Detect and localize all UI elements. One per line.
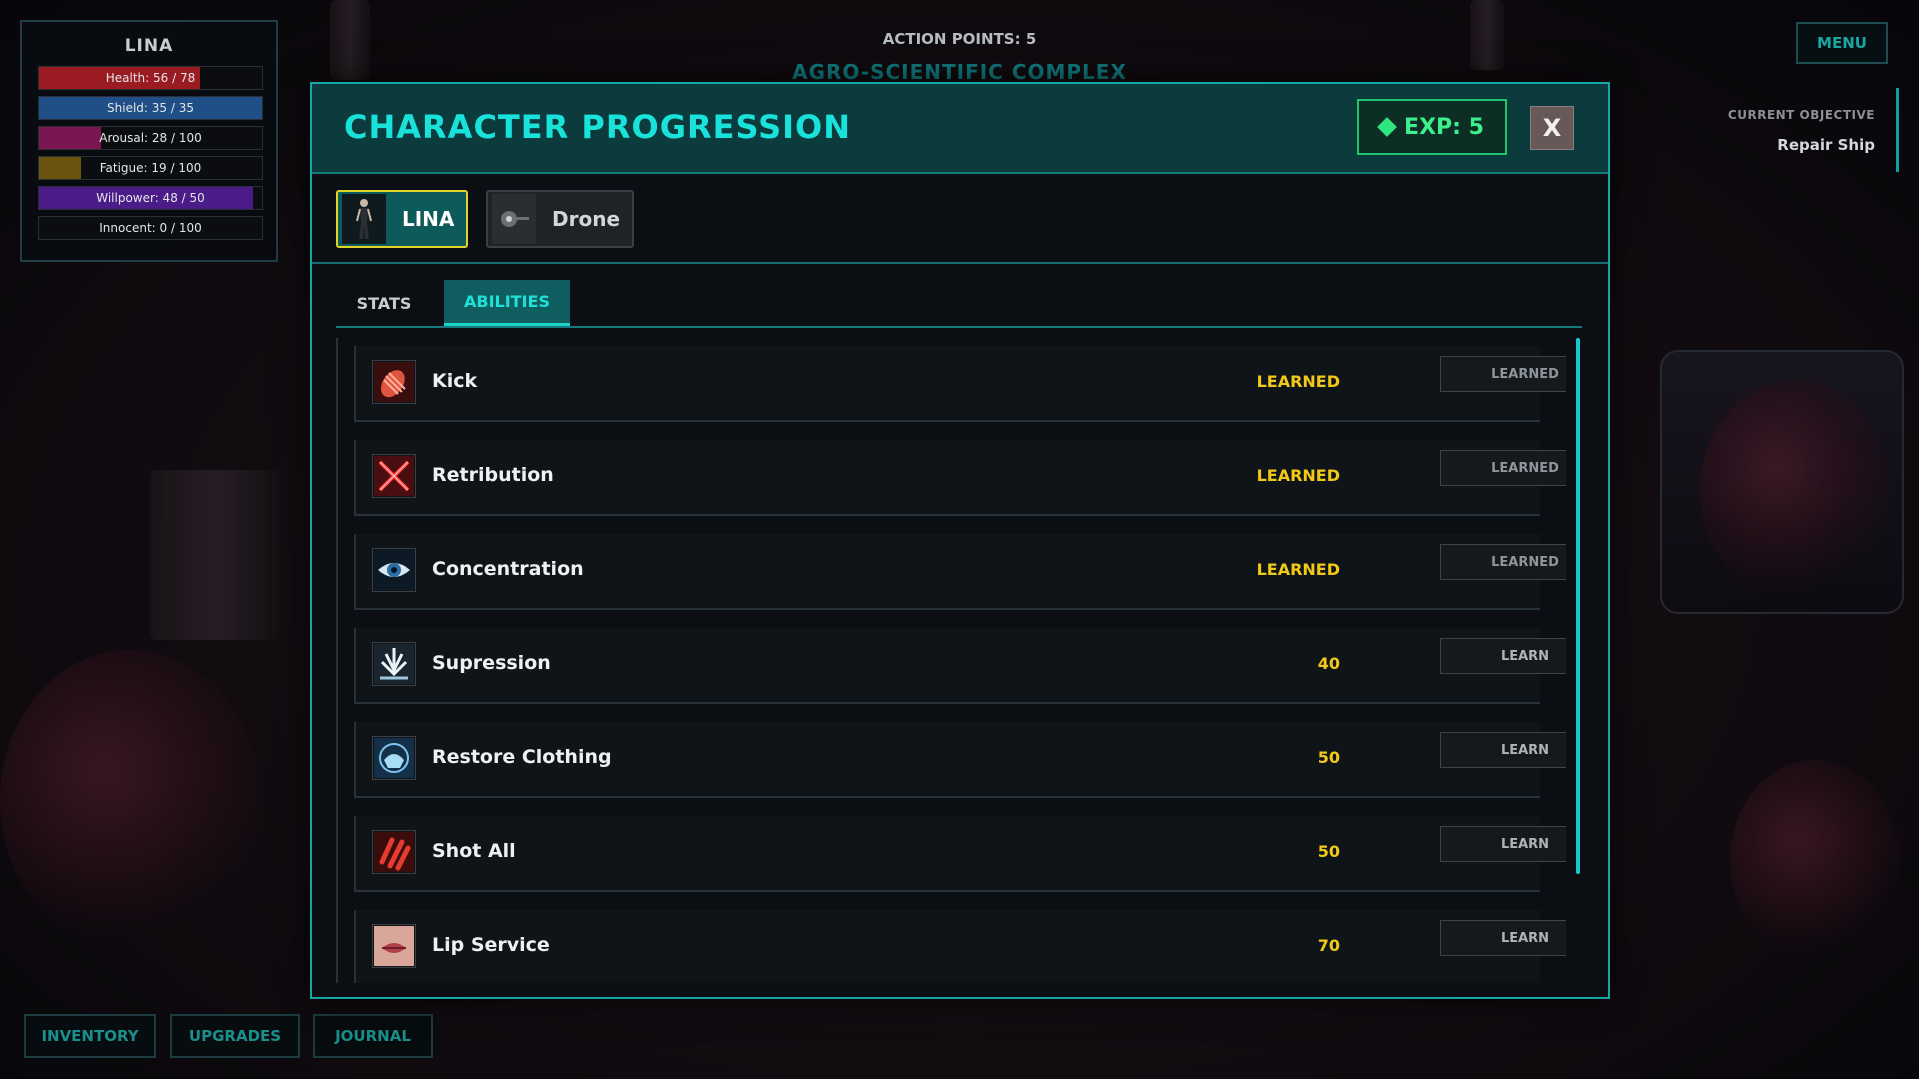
status-bar-label: Willpower: 48 / 50	[96, 191, 205, 205]
status-bar: Fatigue: 19 / 100	[38, 156, 263, 180]
character-tab-drone[interactable]: Drone	[486, 190, 634, 248]
ability-status: LEARNED	[1256, 372, 1340, 391]
learn-button[interactable]: LEARN	[1440, 638, 1566, 674]
background-veins	[1700, 380, 1890, 600]
close-button[interactable]: X	[1530, 106, 1574, 150]
kick-icon	[372, 360, 416, 404]
status-bar: Shield: 35 / 35	[38, 96, 263, 120]
ability-row-panel: Concentration LEARNED	[354, 534, 1540, 610]
character-tab-label: Drone	[552, 207, 621, 231]
learn-button[interactable]: LEARN	[1440, 920, 1566, 956]
drone-portrait-icon	[492, 194, 536, 244]
ability-row-panel: Kick LEARNED	[354, 346, 1540, 422]
ability-cost: 40	[1317, 654, 1340, 673]
ability-row: Shot All 50 LEARN	[336, 808, 1566, 902]
dialog-header: CHARACTER PROGRESSION EXP: 5 X	[312, 84, 1608, 174]
bullets-icon	[372, 830, 416, 874]
character-progression-dialog: CHARACTER PROGRESSION EXP: 5 X LINA Dron…	[310, 82, 1610, 999]
ability-row-panel: Restore Clothing 50	[354, 722, 1540, 798]
suppression-arrows-icon	[372, 642, 416, 686]
location-title: AGRO-SCIENTIFIC COMPLEX	[792, 60, 1127, 84]
menu-button[interactable]: MENU	[1796, 22, 1888, 64]
status-bar-label: Arousal: 28 / 100	[99, 131, 202, 145]
learned-button: LEARNED	[1440, 544, 1566, 580]
ability-cost: 50	[1317, 748, 1340, 767]
ability-cost: 70	[1317, 936, 1340, 955]
action-points-label: ACTION POINTS: 5	[882, 30, 1037, 48]
ability-name: Kick	[432, 370, 478, 392]
objective-value: Repair Ship	[1777, 136, 1875, 154]
diamond-icon	[1377, 117, 1397, 137]
lips-icon	[372, 924, 416, 968]
background-organic-mass	[1730, 760, 1900, 960]
progression-tabs: STATS ABILITIES	[336, 280, 1582, 328]
ability-status: LEARNED	[1256, 466, 1340, 485]
background-window	[1660, 350, 1904, 614]
ability-row-panel: Shot All 50	[354, 816, 1540, 892]
status-bar: Innocent: 0 / 100	[38, 216, 263, 240]
learned-button: LEARNED	[1440, 450, 1566, 486]
status-bar-label: Fatigue: 19 / 100	[99, 161, 202, 175]
objective-label: CURRENT OBJECTIVE	[1727, 108, 1875, 122]
inventory-button[interactable]: INVENTORY	[24, 1014, 156, 1058]
learn-button[interactable]: LEARN	[1440, 732, 1566, 768]
abilities-scrollbar[interactable]	[1576, 338, 1580, 874]
journal-button[interactable]: JOURNAL	[313, 1014, 433, 1058]
current-objective: CURRENT OBJECTIVE Repair Ship	[1728, 108, 1875, 154]
ability-row: Kick LEARNED LEARNED	[336, 338, 1566, 432]
background-console	[150, 470, 280, 640]
status-bar: Arousal: 28 / 100	[38, 126, 263, 150]
eye-icon	[372, 548, 416, 592]
lina-portrait-icon	[342, 194, 386, 244]
ability-row: Retribution LEARNED LEARNED	[336, 432, 1566, 526]
character-tab-lina[interactable]: LINA	[336, 190, 468, 248]
status-bar-label: Innocent: 0 / 100	[99, 221, 202, 235]
ability-row: Concentration LEARNED LEARNED	[336, 526, 1566, 620]
abilities-list: Kick LEARNED LEARNED Retribution LEARNED LEAR…	[336, 338, 1566, 983]
objective-accent-line	[1896, 88, 1899, 172]
ability-row: Restore Clothing 50 LEARN	[336, 714, 1566, 808]
upgrades-button[interactable]: UPGRADES	[170, 1014, 300, 1058]
learned-button: LEARNED	[1440, 356, 1566, 392]
restore-clothing-icon	[372, 736, 416, 780]
ability-name: Concentration	[432, 558, 584, 580]
tab-abilities[interactable]: ABILITIES	[444, 280, 570, 326]
ability-row: Supression 40 LEARN	[336, 620, 1566, 714]
ability-row: Lip Service 70 LEARN	[336, 902, 1566, 983]
exp-badge: EXP: 5	[1357, 99, 1507, 155]
ability-name: Retribution	[432, 464, 554, 486]
exp-value: EXP: 5	[1404, 114, 1484, 140]
status-bar-label: Shield: 35 / 35	[107, 101, 194, 115]
tab-stats[interactable]: STATS	[336, 280, 432, 326]
dialog-title: CHARACTER PROGRESSION	[344, 108, 851, 146]
ability-name: Restore Clothing	[432, 746, 612, 768]
ability-status: LEARNED	[1256, 560, 1340, 579]
ability-name: Supression	[432, 652, 551, 674]
status-bar: Willpower: 48 / 50	[38, 186, 263, 210]
ability-name: Lip Service	[432, 934, 550, 956]
ability-name: Shot All	[432, 840, 516, 862]
ability-row-panel: Retribution LEARNED	[354, 440, 1540, 516]
crossed-swords-icon	[372, 454, 416, 498]
ability-cost: 50	[1317, 842, 1340, 861]
ability-row-panel: Lip Service 70	[354, 910, 1540, 983]
ability-row-panel: Supression 40	[354, 628, 1540, 704]
section-divider	[312, 262, 1608, 264]
character-tab-label: LINA	[402, 207, 455, 231]
learn-button[interactable]: LEARN	[1440, 826, 1566, 862]
character-status-panel: LINA Health: 56 / 78 Shield: 35 / 35 Arous…	[20, 20, 278, 262]
background-organic-mass	[0, 650, 260, 950]
